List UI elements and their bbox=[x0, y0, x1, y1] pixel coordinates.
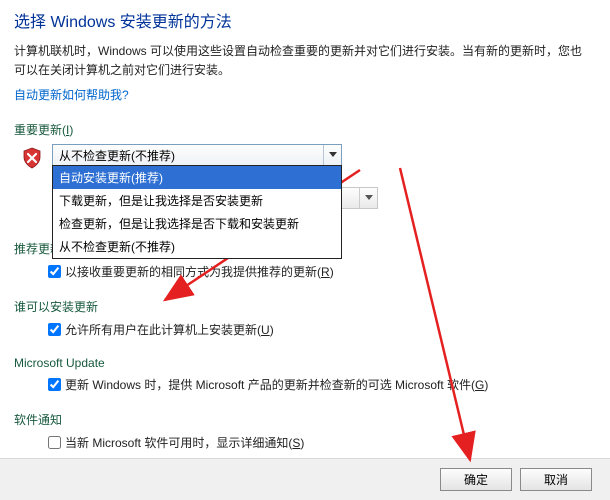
dropdown-list: 自动安装更新(推荐) 下载更新，但是让我选择是否安装更新 检查更新，但是让我选择… bbox=[52, 165, 342, 259]
checkbox-label: 以接收重要更新的相同方式为我提供推荐的更新(R) bbox=[65, 263, 334, 280]
update-mode-dropdown[interactable]: 从不检查更新(不推荐) bbox=[52, 144, 342, 166]
checkbox-label: 当新 Microsoft 软件可用时，显示详细通知(S) bbox=[65, 434, 304, 451]
section-who: 谁可以安装更新 bbox=[14, 298, 592, 315]
notice-checkbox-row[interactable]: 当新 Microsoft 软件可用时，显示详细通知(S) bbox=[48, 434, 592, 451]
cancel-button[interactable]: 取消 bbox=[520, 468, 592, 491]
notice-checkbox[interactable] bbox=[48, 436, 61, 449]
section-msupdate: Microsoft Update bbox=[14, 356, 592, 370]
msupdate-checkbox[interactable] bbox=[48, 378, 61, 391]
dropdown-option[interactable]: 下载更新，但是让我选择是否安装更新 bbox=[53, 189, 341, 212]
dropdown-option[interactable]: 从不检查更新(不推荐) bbox=[53, 235, 341, 258]
chevron-down-icon bbox=[323, 145, 341, 165]
dropdown-selected-label: 从不检查更新(不推荐) bbox=[59, 147, 175, 164]
section-notice: 软件通知 bbox=[14, 411, 592, 428]
recommended-checkbox[interactable] bbox=[48, 265, 61, 278]
who-checkbox[interactable] bbox=[48, 323, 61, 336]
chevron-down-icon bbox=[359, 188, 377, 208]
checkbox-label: 允许所有用户在此计算机上安装更新(U) bbox=[65, 321, 274, 338]
dropdown-option[interactable]: 检查更新，但是让我选择是否下载和安装更新 bbox=[53, 212, 341, 235]
recommended-checkbox-row[interactable]: 以接收重要更新的相同方式为我提供推荐的更新(R) bbox=[48, 263, 592, 280]
help-link[interactable]: 自动更新如何帮助我? bbox=[14, 88, 129, 102]
page-title: 选择 Windows 安装更新的方法 bbox=[14, 8, 592, 32]
ok-button[interactable]: 确定 bbox=[440, 468, 512, 491]
dropdown-option[interactable]: 自动安装更新(推荐) bbox=[53, 166, 341, 189]
shield-icon bbox=[20, 146, 44, 170]
checkbox-label: 更新 Windows 时，提供 Microsoft 产品的更新并检查新的可选 M… bbox=[65, 376, 488, 393]
page-description: 计算机联机时，Windows 可以使用这些设置自动检查重要的更新并对它们进行安装… bbox=[14, 42, 592, 80]
section-important: 重要更新(I) bbox=[14, 121, 592, 138]
msupdate-checkbox-row[interactable]: 更新 Windows 时，提供 Microsoft 产品的更新并检查新的可选 M… bbox=[48, 376, 592, 393]
button-bar: 确定 取消 bbox=[0, 458, 610, 500]
who-checkbox-row[interactable]: 允许所有用户在此计算机上安装更新(U) bbox=[48, 321, 592, 338]
